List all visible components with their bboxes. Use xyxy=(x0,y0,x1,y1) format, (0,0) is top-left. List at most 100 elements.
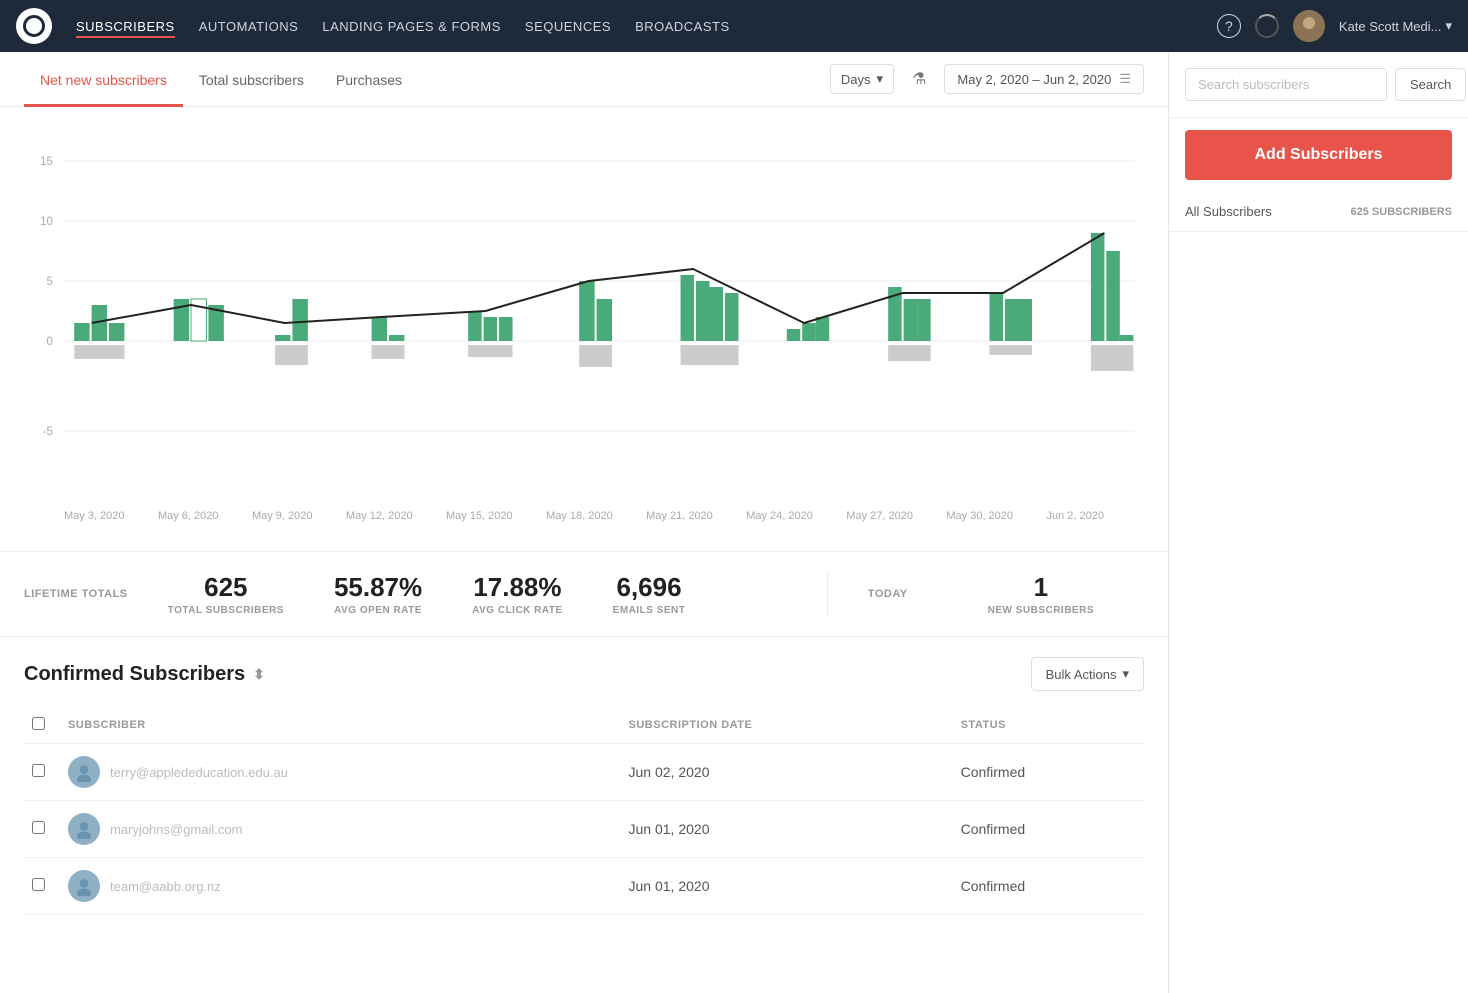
svg-text:10: 10 xyxy=(40,215,53,228)
row-checkbox[interactable] xyxy=(32,878,45,891)
sort-icon[interactable]: ⬍ xyxy=(253,666,265,683)
x-label-may24: May 24, 2020 xyxy=(746,510,813,522)
logo[interactable] xyxy=(16,8,52,44)
avg-open-rate-value: 55.87% xyxy=(334,572,422,603)
x-label-may18: May 18, 2020 xyxy=(546,510,613,522)
subscriber-cell: maryjohns@gmail.com xyxy=(68,813,613,845)
subscription-date: Jun 02, 2020 xyxy=(621,744,953,801)
date-range-value: May 2, 2020 – Jun 2, 2020 xyxy=(957,72,1111,87)
total-subscribers-key: Total Subscribers xyxy=(168,605,284,616)
subscriber-email: maryjohns@gmail.com xyxy=(110,822,242,837)
x-label-may9: May 9, 2020 xyxy=(252,510,313,522)
tabs-bar: Net new subscribers Total subscribers Pu… xyxy=(0,52,1168,107)
new-subscribers-today-value: 1 xyxy=(988,572,1094,603)
date-range-picker[interactable]: May 2, 2020 – Jun 2, 2020 ☰ xyxy=(944,64,1144,94)
tab-purchases[interactable]: Purchases xyxy=(320,52,418,107)
all-subscribers-label: All Subscribers xyxy=(1185,204,1272,219)
status: Confirmed xyxy=(953,858,1144,915)
avg-click-rate-key: Avg Click Rate xyxy=(472,605,563,616)
total-subscribers-stat: 625 Total Subscribers xyxy=(168,572,284,616)
subscribers-table: Subscriber Subscription Date Status xyxy=(24,707,1144,915)
col-status: Status xyxy=(953,707,1144,744)
subscriber-email: terry@applededucation.edu.au xyxy=(110,765,288,780)
user-name: Kate Scott Medi... xyxy=(1339,19,1442,34)
logo-icon xyxy=(23,15,45,37)
subscription-date: Jun 01, 2020 xyxy=(621,858,953,915)
navigation: Subscribers Automations Landing Pages & … xyxy=(0,0,1468,52)
nav-item-subscribers[interactable]: Subscribers xyxy=(76,15,175,38)
all-subscribers-count: 625 SUBSCRIBERS xyxy=(1351,206,1452,218)
svg-text:15: 15 xyxy=(40,155,53,168)
table-section: Confirmed Subscribers ⬍ Bulk Actions ▾ S… xyxy=(0,637,1168,915)
x-label-may27: May 27, 2020 xyxy=(846,510,913,522)
user-menu[interactable]: Kate Scott Medi... ▾ xyxy=(1339,18,1452,34)
sidebar-all-subscribers-row[interactable]: All Subscribers 625 SUBSCRIBERS xyxy=(1185,204,1452,219)
x-label-may6: May 6, 2020 xyxy=(158,510,219,522)
nav-item-landing-pages[interactable]: Landing Pages & Forms xyxy=(322,15,501,38)
chart-container: 15 10 5 0 -5 xyxy=(0,107,1168,551)
status: Confirmed xyxy=(953,744,1144,801)
new-subscribers-today-key: New Subscribers xyxy=(988,605,1094,616)
row-checkbox[interactable] xyxy=(32,764,45,777)
table-row: team@aabb.org.nz Jun 01, 2020 Confirmed xyxy=(24,858,1144,915)
table-header: Confirmed Subscribers ⬍ Bulk Actions ▾ xyxy=(24,657,1144,691)
avg-open-rate-stat: 55.87% Avg Open Rate xyxy=(334,572,422,616)
emails-sent-value: 6,696 xyxy=(613,572,686,603)
svg-text:5: 5 xyxy=(47,275,54,288)
loading-spinner xyxy=(1255,14,1279,38)
new-subscribers-today-stat: 1 New Subscribers xyxy=(988,572,1094,616)
tab-net-new-subscribers[interactable]: Net new subscribers xyxy=(24,52,183,107)
status: Confirmed xyxy=(953,801,1144,858)
days-label: Days xyxy=(841,72,871,87)
select-all-checkbox[interactable] xyxy=(32,717,45,730)
nav-item-automations[interactable]: Automations xyxy=(199,15,299,38)
avg-click-rate-value: 17.88% xyxy=(472,572,563,603)
chevron-down-icon: ▾ xyxy=(877,71,884,87)
dropdown-icon: ▾ xyxy=(1122,666,1129,682)
svg-text:-5: -5 xyxy=(43,425,54,438)
emails-sent-key: Emails Sent xyxy=(613,605,686,616)
x-label-may30: May 30, 2020 xyxy=(946,510,1013,522)
nav-right: ? Kate Scott Medi... ▾ xyxy=(1217,10,1452,42)
total-subscribers-value: 625 xyxy=(168,572,284,603)
avatar xyxy=(68,756,100,788)
subscription-date: Jun 01, 2020 xyxy=(621,801,953,858)
x-label-may21: May 21, 2020 xyxy=(646,510,713,522)
svg-text:0: 0 xyxy=(47,335,54,348)
nav-item-broadcasts[interactable]: Broadcasts xyxy=(635,15,730,38)
help-button[interactable]: ? xyxy=(1217,14,1241,38)
add-subscribers-button[interactable]: Add Subscribers xyxy=(1185,130,1452,180)
subscriber-cell: team@aabb.org.nz xyxy=(68,870,613,902)
stats-bar: Lifetime Totals 625 Total Subscribers 55… xyxy=(0,551,1168,637)
nav-item-sequences[interactable]: Sequences xyxy=(525,15,611,38)
table-row: maryjohns@gmail.com Jun 01, 2020 Confirm… xyxy=(24,801,1144,858)
avatar xyxy=(68,870,100,902)
x-label-may12: May 12, 2020 xyxy=(346,510,413,522)
col-date: Subscription Date xyxy=(621,707,953,744)
bar-chart: 15 10 5 0 -5 xyxy=(24,131,1144,511)
content-area: Net new subscribers Total subscribers Pu… xyxy=(0,52,1168,993)
emails-sent-stat: 6,696 Emails Sent xyxy=(613,572,686,616)
x-label-may15: May 15, 2020 xyxy=(446,510,513,522)
x-label-may3: May 3, 2020 xyxy=(64,510,125,522)
row-checkbox[interactable] xyxy=(32,821,45,834)
search-button[interactable]: Search xyxy=(1395,68,1466,101)
sidebar-section-all: All Subscribers 625 SUBSCRIBERS xyxy=(1169,192,1468,232)
col-subscriber: Subscriber xyxy=(60,707,621,744)
today-stats: Today 1 New Subscribers xyxy=(827,572,1144,616)
main-wrapper: Net new subscribers Total subscribers Pu… xyxy=(0,52,1468,993)
avg-click-rate-stat: 17.88% Avg Click Rate xyxy=(472,572,563,616)
bulk-actions-button[interactable]: Bulk Actions ▾ xyxy=(1031,657,1144,691)
tab-total-subscribers[interactable]: Total subscribers xyxy=(183,52,320,107)
days-select[interactable]: Days ▾ xyxy=(830,64,894,94)
search-input[interactable] xyxy=(1185,68,1387,101)
user-chevron-icon: ▾ xyxy=(1445,18,1452,34)
lifetime-totals-label: Lifetime Totals xyxy=(24,588,128,600)
avg-open-rate-key: Avg Open Rate xyxy=(334,605,422,616)
calendar-icon: ☰ xyxy=(1119,71,1131,87)
filter-button[interactable]: ⚗ xyxy=(904,65,934,93)
tab-controls: Days ▾ ⚗ May 2, 2020 – Jun 2, 2020 ☰ xyxy=(830,64,1144,94)
sidebar: Search Add Subscribers All Subscribers 6… xyxy=(1168,52,1468,993)
table-title: Confirmed Subscribers ⬍ xyxy=(24,663,265,686)
avatar xyxy=(1293,10,1325,42)
